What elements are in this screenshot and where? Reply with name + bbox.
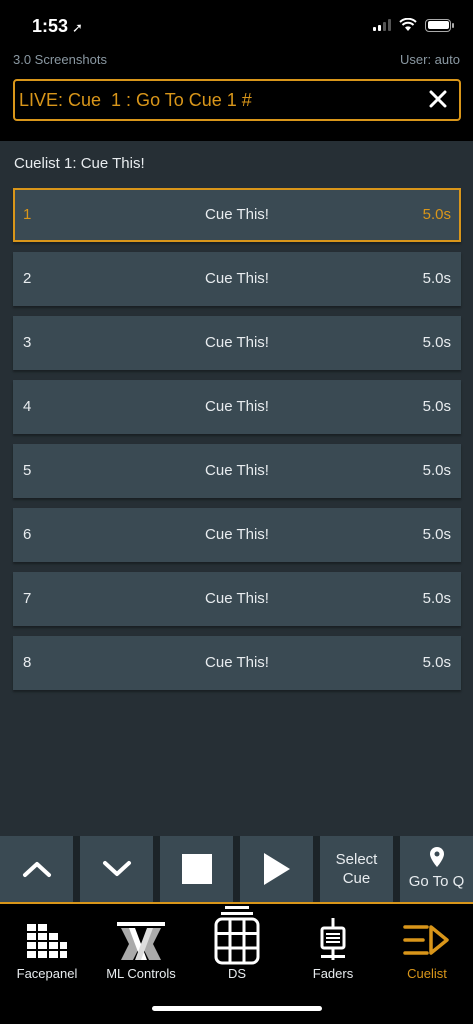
- cue-time: 5.0s: [422, 462, 451, 479]
- live-command-text: LIVE: Cue 1 : Go To Cue 1 #: [19, 90, 252, 110]
- go-button[interactable]: [240, 836, 313, 902]
- tab-label: DS: [227, 966, 247, 981]
- status-time: 1:53 ➚: [32, 16, 83, 37]
- go-to-q-content: Go To Q: [408, 847, 465, 891]
- cue-time: 5.0s: [422, 334, 451, 351]
- tab-ml-controls[interactable]: ML Controls: [94, 904, 188, 988]
- status-bar: 1:53 ➚: [0, 0, 473, 50]
- cue-time: 5.0s: [422, 206, 451, 223]
- cue-row-5[interactable]: 5 Cue This! 5.0s: [13, 444, 461, 498]
- cue-row-1[interactable]: 1 Cue This! 5.0s: [13, 188, 461, 242]
- cue-row-6[interactable]: 6 Cue This! 5.0s: [13, 508, 461, 562]
- cue-name: Cue This!: [205, 654, 269, 671]
- tab-label: Cuelist: [407, 966, 447, 981]
- wifi-icon: [399, 18, 417, 31]
- cellular-signal-icon: [373, 19, 391, 31]
- chevron-down-icon: [102, 861, 131, 876]
- next-cue-button[interactable]: [80, 836, 153, 902]
- location-arrow-icon: ➚: [72, 20, 83, 35]
- show-name: 3.0 Screenshots: [13, 52, 107, 67]
- cue-row-7[interactable]: 7 Cue This! 5.0s: [13, 572, 461, 626]
- tab-ds[interactable]: DS: [190, 904, 284, 988]
- play-icon: [263, 853, 290, 885]
- cue-name: Cue This!: [205, 206, 269, 223]
- home-indicator[interactable]: [152, 1006, 322, 1011]
- cue-row-4[interactable]: 4 Cue This! 5.0s: [13, 380, 461, 434]
- user-label: User: auto: [400, 52, 460, 67]
- chevron-up-icon: [22, 862, 51, 877]
- map-pin-icon: [429, 847, 444, 867]
- cue-time: 5.0s: [422, 398, 451, 415]
- cue-time: 5.0s: [422, 590, 451, 607]
- cue-row-2[interactable]: 2 Cue This! 5.0s: [13, 252, 461, 306]
- tab-label: ML Controls: [106, 966, 176, 981]
- battery-icon: [425, 18, 454, 32]
- tab-cuelist[interactable]: Cuelist: [380, 904, 473, 988]
- ml-controls-icon: [117, 922, 165, 960]
- cue-name: Cue This!: [205, 334, 269, 351]
- fader-icon: [320, 918, 346, 960]
- cue-name: Cue This!: [205, 590, 269, 607]
- close-icon[interactable]: [429, 90, 447, 108]
- select-cue-button[interactable]: Select Cue: [320, 836, 393, 902]
- cue-name: Cue This!: [205, 462, 269, 479]
- cue-name: Cue This!: [205, 270, 269, 287]
- tab-faders[interactable]: Faders: [286, 904, 380, 988]
- status-time-text: 1:53: [32, 16, 69, 36]
- ds-grid-icon: [214, 906, 260, 965]
- cuelist-title: Cuelist 1: Cue This!: [14, 155, 145, 172]
- transport-controls: Select Cue Go To Q: [0, 836, 473, 902]
- stop-icon: [181, 854, 212, 884]
- go-to-q-button[interactable]: Go To Q: [400, 836, 473, 902]
- status-icons: [373, 18, 454, 32]
- go-to-q-label: Go To Q: [408, 873, 465, 890]
- cue-row-8[interactable]: 8 Cue This! 5.0s: [13, 636, 461, 690]
- select-cue-label: Select Cue: [336, 850, 378, 888]
- stop-button[interactable]: [160, 836, 233, 902]
- cue-name: Cue This!: [205, 526, 269, 543]
- tab-facepanel[interactable]: Facepanel: [0, 904, 94, 988]
- live-command-line[interactable]: LIVE: Cue 1 : Go To Cue 1 #: [13, 79, 461, 121]
- select-cue-line2: Cue: [342, 870, 371, 887]
- cue-time: 5.0s: [422, 654, 451, 671]
- cue-time: 5.0s: [422, 526, 451, 543]
- header: 3.0 Screenshots User: auto LIVE: Cue 1 :…: [0, 50, 473, 141]
- previous-cue-button[interactable]: [0, 836, 73, 902]
- facepanel-icon: [27, 924, 67, 958]
- cuelist-icon: [403, 925, 449, 955]
- tab-label: Facepanel: [16, 966, 78, 981]
- tab-label: Faders: [312, 966, 354, 981]
- cue-time: 5.0s: [422, 270, 451, 287]
- select-cue-line1: Select: [335, 851, 378, 868]
- cue-name: Cue This!: [205, 398, 269, 415]
- cue-row-3[interactable]: 3 Cue This! 5.0s: [13, 316, 461, 370]
